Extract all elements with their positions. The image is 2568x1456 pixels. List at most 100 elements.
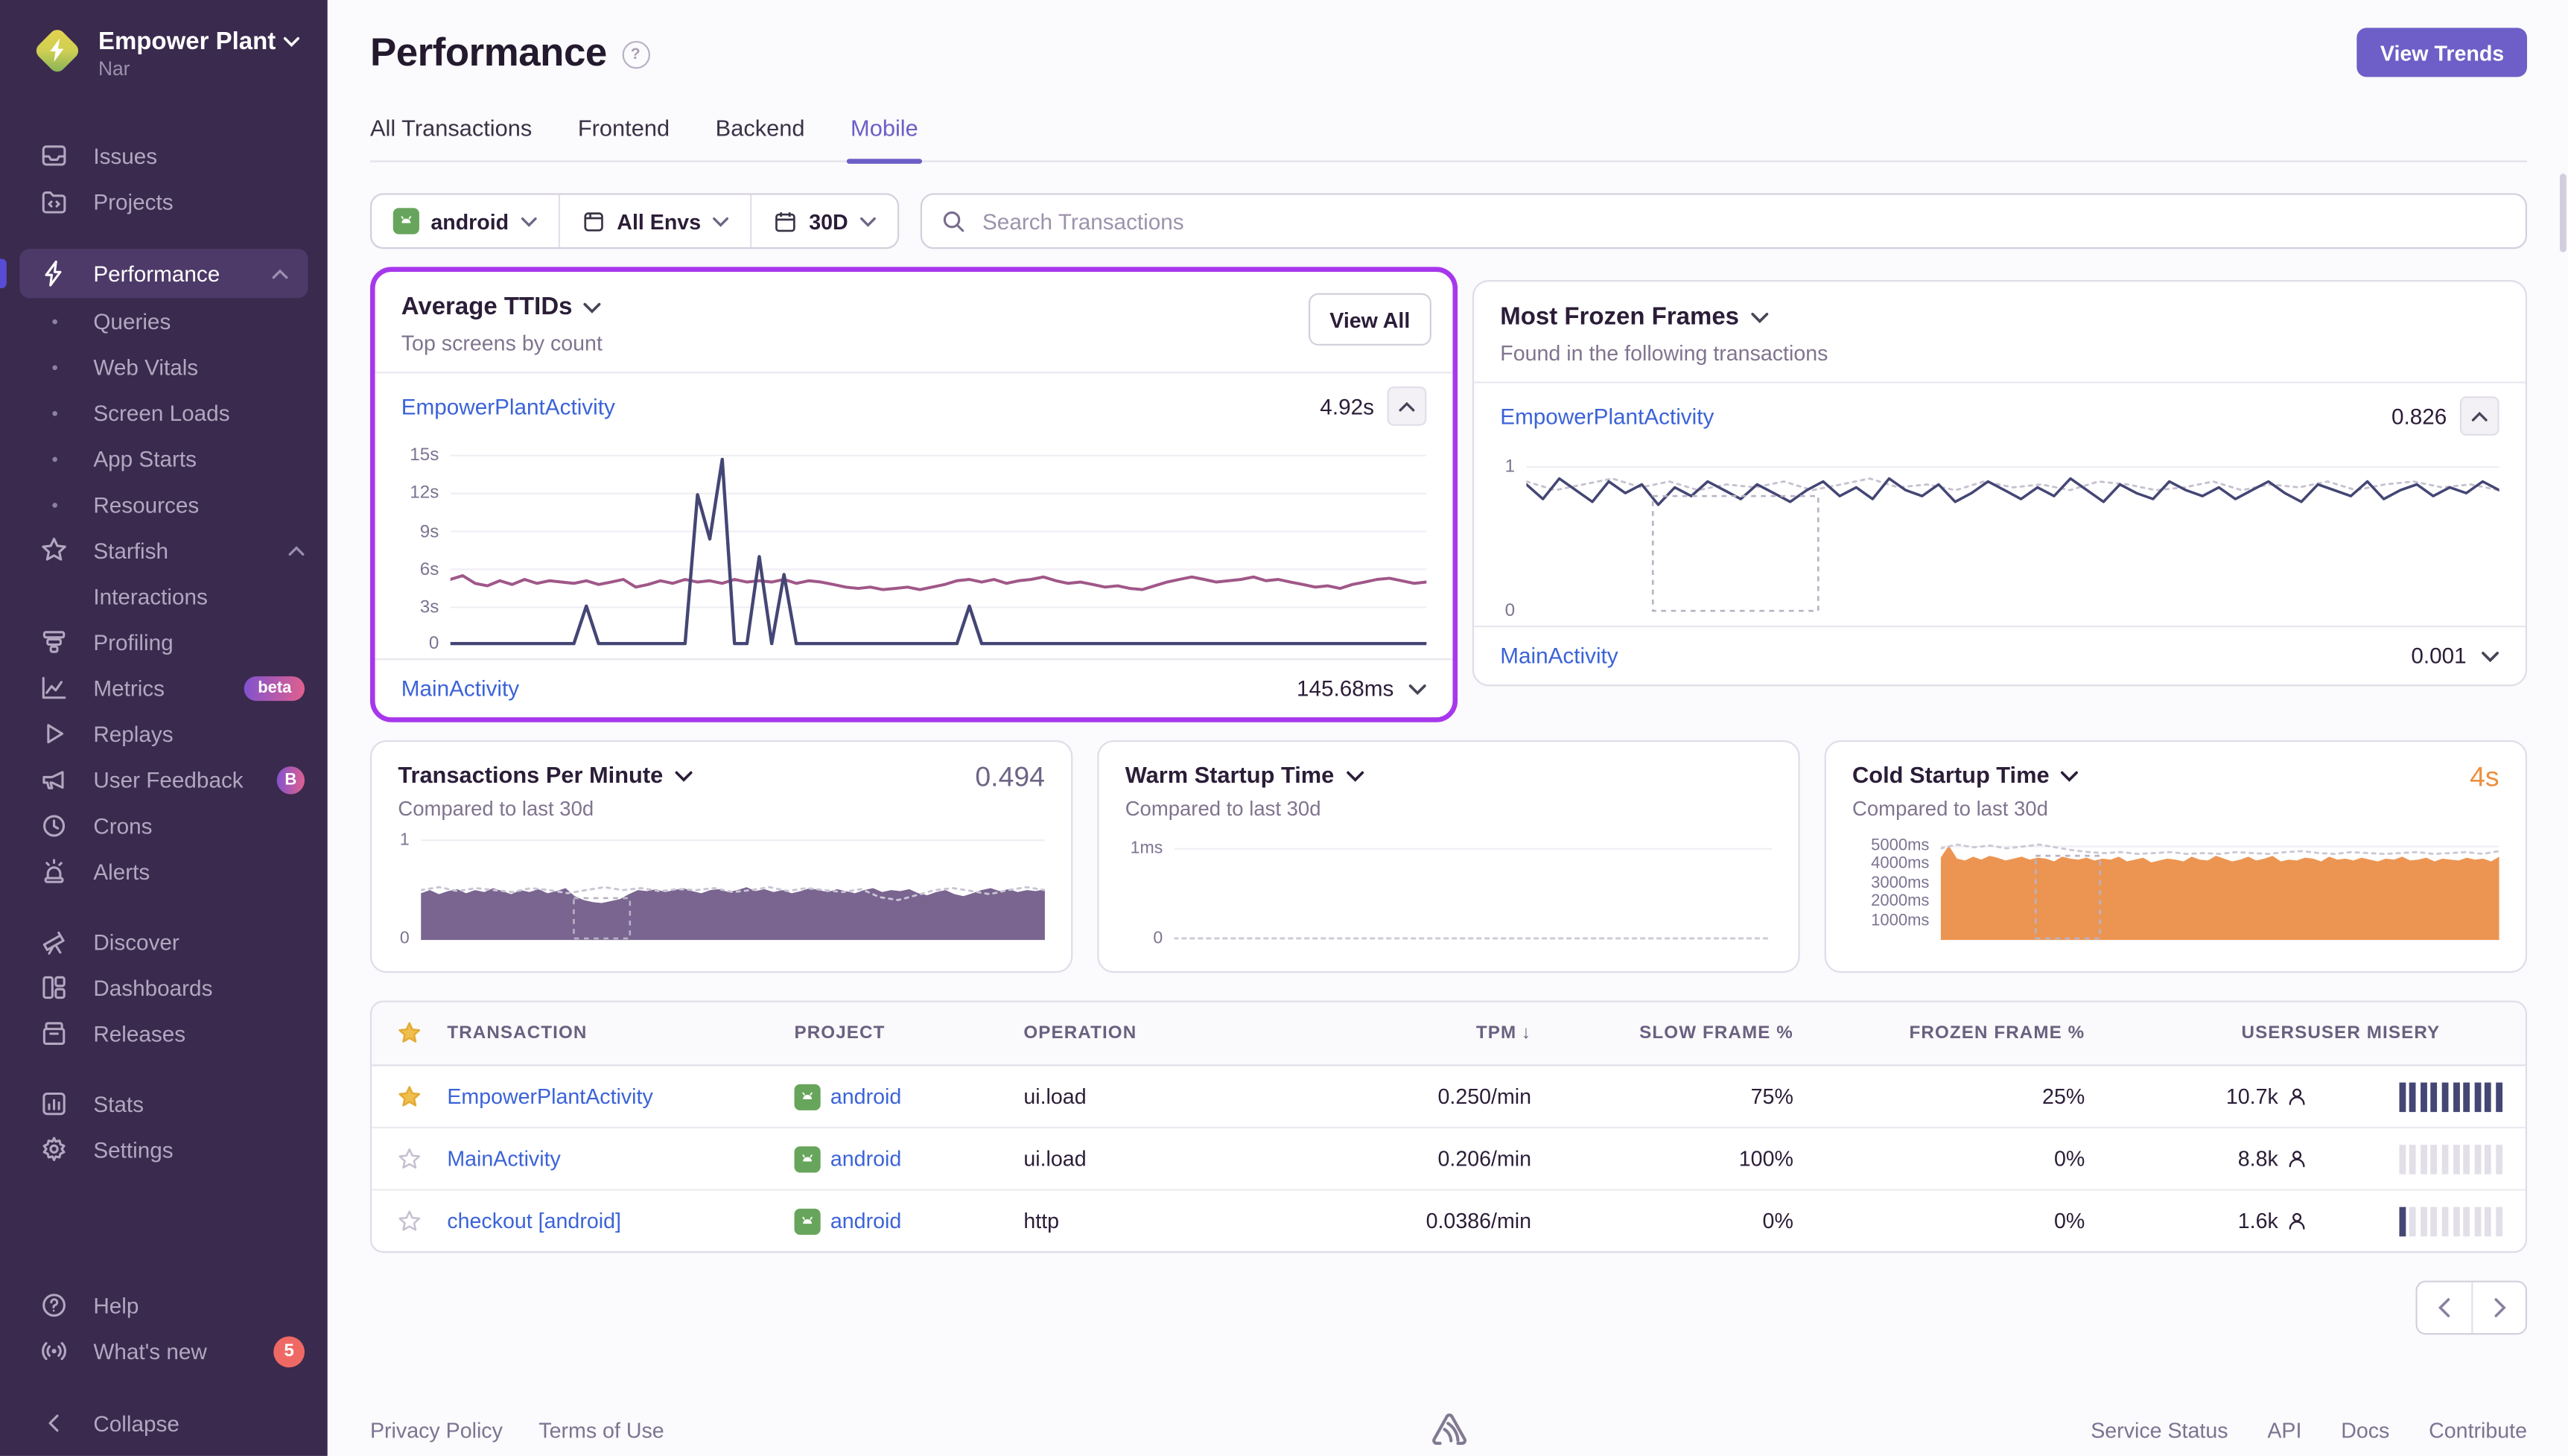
sidebar-item-stats[interactable]: Stats (0, 1081, 328, 1127)
column-header-frozen-frame-[interactable]: FROZEN FRAME % (1793, 1023, 2085, 1043)
transaction-link[interactable]: EmpowerPlantActivity (447, 1084, 652, 1109)
tab-all-transactions[interactable]: All Transactions (370, 115, 532, 161)
footer-link-terms-of-use[interactable]: Terms of Use (538, 1417, 664, 1442)
view-all-button[interactable]: View All (1309, 293, 1431, 346)
sidebar-item-user-feedback[interactable]: User FeedbackB (0, 757, 328, 803)
cold-startup-subtitle: Compared to last 30d (1852, 798, 2499, 821)
transaction-cell: MainActivity (447, 1146, 794, 1171)
replays-icon (39, 719, 69, 748)
column-header-slow-frame-[interactable]: SLOW FRAME % (1531, 1023, 1793, 1043)
column-header-user-misery[interactable]: USER MISERY (2307, 1023, 2527, 1043)
frozen-frames-title-dropdown[interactable]: Most Frozen Frames (1500, 303, 2499, 331)
star-toggle[interactable] (372, 1084, 447, 1110)
project-link[interactable]: android (830, 1209, 901, 1233)
avg-ttids-y-axis: 15s12s9s6s3s0 (401, 445, 451, 645)
next-page-button[interactable] (2471, 1282, 2526, 1333)
sidebar-item-collapse[interactable]: Collapse (0, 1400, 328, 1446)
column-header-users[interactable]: USERS (2085, 1023, 2307, 1043)
sidebar-item-performance[interactable]: Performance (19, 249, 308, 298)
row-value: 145.68ms (1297, 676, 1393, 701)
sidebar-item-what-s-new[interactable]: What's new5 (0, 1328, 328, 1374)
sidebar-item-interactions[interactable]: Interactions (0, 573, 328, 620)
tab-backend[interactable]: Backend (716, 115, 805, 161)
sidebar-item-crons[interactable]: Crons (0, 803, 328, 849)
frozen-frames-row-1: MainActivity 0.001 (1474, 627, 2526, 684)
expand-toggle[interactable] (1408, 682, 1426, 696)
footer-link-service-status[interactable]: Service Status (2091, 1417, 2228, 1442)
y-tick-label: 1000ms (1871, 912, 1929, 929)
search-transactions-input[interactable] (979, 207, 2508, 235)
sidebar-item-settings[interactable]: Settings (0, 1127, 328, 1173)
y-tick-label: 3s (420, 597, 439, 617)
column-header-project[interactable]: PROJECT (795, 1023, 1024, 1043)
sidebar-item-queries[interactable]: Queries (0, 298, 328, 344)
expand-toggle[interactable] (2481, 649, 2499, 663)
collapse-toggle-button[interactable] (1388, 387, 1427, 426)
bullet-icon (39, 352, 69, 382)
sidebar-item-help[interactable]: Help (0, 1282, 328, 1329)
footer-link-api[interactable]: API (2267, 1417, 2301, 1442)
sidebar-item-app-starts[interactable]: App Starts (0, 436, 328, 482)
project-link[interactable]: android (830, 1146, 901, 1171)
collapse-toggle-button[interactable] (2460, 396, 2499, 436)
sidebar-item-metrics[interactable]: Metricsbeta (0, 665, 328, 711)
sidebar-item-alerts[interactable]: Alerts (0, 848, 328, 894)
transaction-link[interactable]: MainActivity (447, 1146, 561, 1171)
scrollbar-thumb[interactable] (2560, 174, 2567, 252)
prev-page-button[interactable] (2418, 1282, 2472, 1333)
sidebar-item-issues[interactable]: Issues (0, 133, 328, 179)
sidebar-item-resources[interactable]: Resources (0, 482, 328, 528)
sidebar-item-projects[interactable]: Projects (0, 179, 328, 225)
project-selector[interactable]: android (372, 195, 558, 247)
footer-link-privacy-policy[interactable]: Privacy Policy (370, 1417, 503, 1442)
sidebar-item-label: Metrics (93, 675, 165, 700)
date-range-selector[interactable]: 30D (750, 195, 897, 247)
sidebar-item-label: Collapse (93, 1411, 179, 1435)
tab-frontend[interactable]: Frontend (578, 115, 670, 161)
footer-link-docs[interactable]: Docs (2341, 1417, 2389, 1442)
tpm-cell: 0.0386/min (1315, 1209, 1531, 1233)
sidebar-item-screen-loads[interactable]: Screen Loads (0, 390, 328, 436)
star-toggle[interactable] (372, 1208, 447, 1234)
sidebar-item-profiling[interactable]: Profiling (0, 619, 328, 665)
star-icon[interactable] (396, 1208, 422, 1234)
column-header-tpm[interactable]: TPM↓ (1315, 1023, 1531, 1043)
sidebar-item-replays[interactable]: Replays (0, 710, 328, 757)
warm-startup-title-dropdown[interactable]: Warm Startup Time (1125, 762, 1773, 788)
transaction-link[interactable]: MainActivity (401, 676, 1297, 701)
whatsnew-icon (39, 1336, 69, 1366)
star-toggle[interactable] (372, 1145, 447, 1172)
help-icon (39, 1291, 69, 1320)
transaction-link[interactable]: EmpowerPlantActivity (401, 394, 1320, 419)
star-icon[interactable] (396, 1084, 422, 1110)
column-header-operation[interactable]: OPERATION (1023, 1023, 1315, 1043)
sidebar-item-web-vitals[interactable]: Web Vitals (0, 344, 328, 390)
sidebar-item-dashboards[interactable]: Dashboards (0, 964, 328, 1011)
transaction-link[interactable]: EmpowerPlantActivity (1500, 404, 2391, 428)
column-header-transaction[interactable]: TRANSACTION (447, 1023, 794, 1043)
replays-icon (39, 719, 69, 748)
cold-startup-title-dropdown[interactable]: Cold Startup Time (1852, 762, 2499, 788)
footer-link-contribute[interactable]: Contribute (2429, 1417, 2527, 1442)
user-misery-cell (2307, 1144, 2527, 1174)
sidebar-item-discover[interactable]: Discover (0, 919, 328, 965)
y-tick-label: 9s (420, 521, 439, 541)
tab-mobile[interactable]: Mobile (851, 115, 918, 161)
tpm-title-dropdown[interactable]: Transactions Per Minute (398, 762, 1045, 788)
environment-selector[interactable]: All Envs (558, 195, 750, 247)
y-tick-label: 6s (420, 559, 439, 579)
view-trends-button[interactable]: View Trends (2357, 28, 2527, 77)
transaction-link[interactable]: MainActivity (1500, 643, 2411, 668)
sidebar-item-starfish[interactable]: Starfish (0, 527, 328, 573)
transaction-link[interactable]: checkout [android] (447, 1209, 621, 1233)
y-tick-label: 4000ms (1871, 855, 1929, 873)
avg-ttids-title-dropdown[interactable]: Average TTIDs (401, 293, 1427, 321)
avg-ttids-chart (451, 445, 1427, 645)
star-icon[interactable] (396, 1020, 422, 1046)
star-icon[interactable] (396, 1145, 422, 1172)
dashboards-icon (39, 973, 69, 1002)
help-icon[interactable]: ? (622, 40, 649, 68)
sidebar-item-releases[interactable]: Releases (0, 1011, 328, 1057)
org-switcher[interactable]: Empower Plant Nar (0, 0, 328, 131)
project-link[interactable]: android (830, 1084, 901, 1109)
